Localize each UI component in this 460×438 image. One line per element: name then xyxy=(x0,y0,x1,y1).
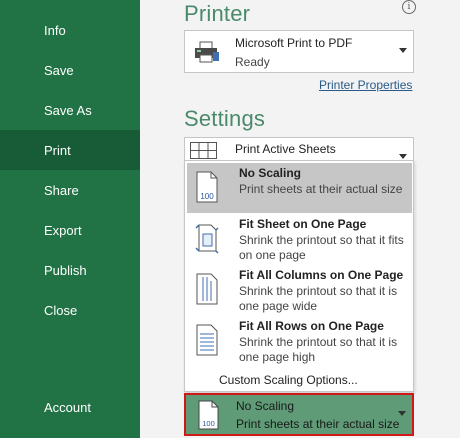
nav-save-as-label: Save As xyxy=(44,102,92,118)
nav-close[interactable]: Close xyxy=(0,290,140,330)
print-what-label: Print Active Sheets xyxy=(235,142,336,156)
nav-account[interactable]: Account xyxy=(0,387,140,427)
option-description: Shrink the printout so that it fits on o… xyxy=(239,233,404,262)
nav-publish[interactable]: Publish xyxy=(0,250,140,290)
nav-info-label: Info xyxy=(44,22,66,38)
settings-section-title: Settings xyxy=(184,106,266,131)
nav-close-label: Close xyxy=(44,302,78,318)
scaling-select[interactable]: 100 No Scaling Print sheets at their act… xyxy=(184,393,414,436)
option-title: Fit All Columns on One Page xyxy=(239,268,404,282)
print-what-select[interactable]: Print Active Sheets xyxy=(184,137,414,161)
backstage-sidebar: Info Save Save As Print Share Export Pub… xyxy=(0,0,140,438)
nav-account-label: Account xyxy=(44,399,91,415)
scaling-option-fit-sheet[interactable]: Fit Sheet on One Page Shrink the printou… xyxy=(187,214,412,264)
scaling-option-fit-rows[interactable]: Fit All Rows on One Page Shrink the prin… xyxy=(187,316,412,366)
printer-status: Ready xyxy=(235,55,270,69)
option-description: Print sheets at their actual size xyxy=(239,182,403,196)
nav-save[interactable]: Save xyxy=(0,50,140,90)
printer-select[interactable]: Microsoft Print to PDF Ready xyxy=(184,30,414,73)
option-title: No Scaling xyxy=(239,166,302,180)
chevron-down-icon xyxy=(398,411,406,416)
nav-save-as[interactable]: Save As xyxy=(0,90,140,130)
fit-rows-icon xyxy=(196,324,218,356)
nav-publish-label: Publish xyxy=(44,262,87,278)
chevron-down-icon xyxy=(399,154,407,159)
option-title: Fit All Rows on One Page xyxy=(239,319,384,333)
printer-name: Microsoft Print to PDF xyxy=(235,36,353,50)
fit-sheet-icon xyxy=(195,224,219,254)
nav-export[interactable]: Export xyxy=(0,210,140,250)
option-description: Shrink the printout so that it is one pa… xyxy=(239,335,398,364)
nav-share-label: Share xyxy=(44,182,79,198)
nav-print[interactable]: Print xyxy=(0,130,140,170)
current-scaling-description: Print sheets at their actual size xyxy=(236,417,400,431)
printer-icon xyxy=(195,41,219,63)
printer-section-title: Printer xyxy=(184,1,251,26)
info-icon[interactable]: i xyxy=(402,0,416,14)
option-description: Shrink the printout so that it is one pa… xyxy=(239,284,398,313)
page-100-icon: 100 xyxy=(196,171,218,203)
nav-save-label: Save xyxy=(44,62,74,78)
printer-properties-link[interactable]: Printer Properties xyxy=(319,78,412,92)
nav-share[interactable]: Share xyxy=(0,170,140,210)
nav-print-label: Print xyxy=(44,142,71,158)
print-pane: Printer i Microsoft Print to PDF Ready P… xyxy=(140,0,460,438)
option-title: Fit Sheet on One Page xyxy=(239,217,367,231)
sheet-grid-icon xyxy=(190,142,217,159)
page-100-icon-text: 100 xyxy=(200,192,214,201)
nav-info[interactable]: Info xyxy=(0,10,140,50)
scale-icon-text: 100 xyxy=(202,419,215,428)
nav-export-label: Export xyxy=(44,222,82,238)
current-scaling-title: No Scaling xyxy=(236,399,295,413)
scaling-menu: 100 No Scaling Print sheets at their act… xyxy=(184,160,414,392)
fit-columns-icon xyxy=(196,273,218,305)
page-100-icon: 100 xyxy=(198,400,219,430)
chevron-down-icon xyxy=(399,48,407,53)
custom-scaling-options[interactable]: Custom Scaling Options... xyxy=(219,373,358,387)
scaling-option-fit-columns[interactable]: Fit All Columns on One Page Shrink the p… xyxy=(187,265,412,315)
scaling-option-no-scaling[interactable]: 100 No Scaling Print sheets at their act… xyxy=(187,163,412,213)
